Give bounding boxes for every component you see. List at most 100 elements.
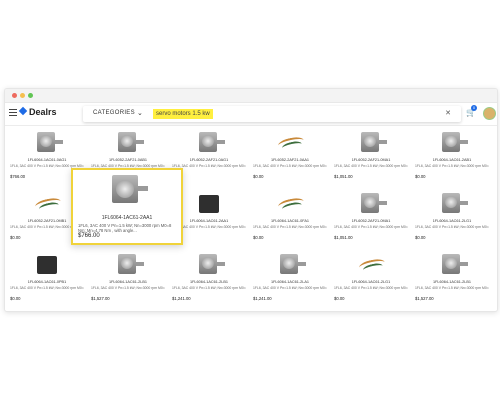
maximize-window-button[interactable] (28, 93, 33, 98)
product-image[interactable] (191, 128, 227, 156)
product-title[interactable]: 1FL6052-2AF21-0AA1 (250, 158, 330, 162)
product-card[interactable]: 1FL6052-2AF21-0AA1 1FL6, 3AC 400 V Pn=1.5… (250, 126, 330, 186)
product-card[interactable]: 1FL6064-1AC61-0FA1 1FL6, 3AC 400 V Pn=1.5… (250, 187, 330, 247)
product-image[interactable] (353, 128, 389, 156)
product-price: $0.00 (415, 174, 426, 179)
product-description: 1FL6, 3AC 400 V Pn=1.5 kW; Nn=3000 rpm M… (172, 286, 246, 290)
product-price: $0.00 (334, 296, 345, 301)
categories-dropdown[interactable]: CATEGORIES (93, 110, 135, 116)
close-window-button[interactable] (12, 93, 17, 98)
product-title[interactable]: 1FL6064-1AC61-2LA1 (250, 280, 330, 284)
product-title[interactable]: 1FL6064-1AC61-2LG1 (331, 280, 411, 284)
servo-motor-icon (199, 254, 225, 274)
product-image[interactable] (353, 250, 389, 278)
featured-product-image[interactable] (106, 173, 148, 207)
product-title[interactable]: 1FL6064-1AC61-2LG1 (412, 219, 492, 223)
product-image[interactable] (110, 250, 146, 278)
product-title[interactable]: 1FL6064-1AC61-2LB1 (88, 280, 168, 284)
product-title[interactable]: 1FL6064-1AC61-2LB1 (412, 280, 492, 284)
app-header: Dealrs CATEGORIES ⌄ servo motors 1.5 kw … (5, 103, 497, 126)
product-card[interactable]: 1FL6064-1AC61-2LB1 1FL6, 3AC 400 V Pn=1.5… (169, 248, 249, 308)
product-price: $766.00 (10, 174, 26, 179)
product-image[interactable] (29, 128, 65, 156)
product-card[interactable]: 1FL6052-2AF21-0MA1 1FL6, 3AC 400 V Pn=1.5… (331, 187, 411, 247)
product-price: $0.00 (415, 235, 426, 240)
product-image[interactable] (434, 250, 470, 278)
servo-motor-icon (280, 254, 306, 274)
servo-motor-icon (118, 254, 144, 274)
product-description: 1FL6, 3AC 400 V Pn=1.5 kW; Nn=3000 rpm M… (415, 225, 489, 229)
servo-motor-icon (199, 132, 225, 152)
product-image[interactable] (29, 250, 65, 278)
product-title[interactable]: 1FL6052-2AF21-0MA1 (331, 219, 411, 223)
product-description: 1FL6, 3AC 400 V Pn=1.5 kW; Nn=3000 rpm M… (10, 286, 84, 290)
product-price: $1,051.00 (334, 235, 353, 240)
product-description: 1FL6, 3AC 400 V Pn=1.5 kW; Nn=3000 rpm M… (415, 286, 489, 290)
clear-search-icon[interactable]: ✕ (445, 109, 451, 117)
product-title[interactable]: 1FL6064-1AC61-2AB1 (412, 158, 492, 162)
product-title[interactable]: 1FL6064-1AC61-2LB1 (169, 280, 249, 284)
minimize-window-button[interactable] (20, 93, 25, 98)
product-image[interactable] (434, 128, 470, 156)
featured-product-price: $766.00 (78, 233, 100, 239)
product-description: 1FL6, 3AC 400 V Pn=1.5 kW; Nn=3000 rpm M… (253, 225, 327, 229)
user-avatar[interactable] (483, 107, 496, 120)
product-price: $1,241.00 (253, 296, 272, 301)
menu-icon[interactable] (9, 109, 17, 117)
product-description: 1FL6, 3AC 400 V Pn=1.5 kW; Nn=3000 rpm M… (172, 225, 246, 229)
window-titlebar (5, 89, 497, 103)
servo-motor-icon (37, 132, 63, 152)
product-description: 1FL6, 3AC 400 V Pn=1.5 kW; Nn=3000 rpm M… (91, 286, 165, 290)
product-price: $1,527.00 (91, 296, 110, 301)
product-price: $0.00 (253, 235, 264, 240)
product-description: 1FL6, 3AC 400 V Pn=1.5 kW; Nn=3000 rpm M… (253, 164, 327, 168)
product-card[interactable]: 1FL6064-1AC61-2AB1 1FL6, 3AC 400 V Pn=1.5… (412, 126, 492, 186)
servo-motor-icon (442, 132, 468, 152)
product-image[interactable] (272, 250, 308, 278)
product-card[interactable]: 1FL6052-2AF21-0MA1 1FL6, 3AC 400 V Pn=1.5… (331, 126, 411, 186)
servo-motor-icon (361, 193, 387, 213)
product-image[interactable] (110, 128, 146, 156)
product-card[interactable]: 1FL6064-1AC61-2LB1 1FL6, 3AC 400 V Pn=1.5… (412, 248, 492, 308)
featured-product-description: 1FL6, 3AC 400 V Pn=1.5 kW; Nn=3000 rpm M… (78, 223, 172, 233)
chevron-down-icon[interactable]: ⌄ (137, 109, 143, 117)
drive-unit-icon (199, 195, 219, 213)
logo[interactable]: Dealrs (18, 106, 57, 117)
product-title[interactable]: 1FL6052-2AF21-0MA1 (331, 158, 411, 162)
product-price: $1,051.00 (334, 174, 353, 179)
logo-mark-icon (18, 106, 28, 116)
servo-motor-icon (361, 132, 387, 152)
product-description: 1FL6, 3AC 400 V Pn=1.5 kW; Nn=3000 rpm M… (172, 164, 246, 168)
product-title[interactable]: 1FL6052-2AF21-0AG1 (169, 158, 249, 162)
product-card[interactable]: 1FL6064-1AC61-0PB1 1FL6, 3AC 400 V Pn=1.5… (7, 248, 87, 308)
cart-count-badge: 0 (471, 105, 477, 111)
product-image[interactable] (353, 189, 389, 217)
search-bar[interactable]: CATEGORIES ⌄ servo motors 1.5 kw ✕ (83, 106, 461, 122)
product-description: 1FL6, 3AC 400 V Pn=1.5 kW; Nn=3000 rpm M… (334, 225, 408, 229)
featured-product-title[interactable]: 1FL6064-1AC61-2AA1 (73, 215, 181, 221)
product-image[interactable] (272, 189, 308, 217)
product-image[interactable] (29, 189, 65, 217)
product-image[interactable] (434, 189, 470, 217)
product-image[interactable] (272, 128, 308, 156)
product-title[interactable]: 1FL6064-1AC61-0FA1 (250, 219, 330, 223)
search-input[interactable]: servo motors 1.5 kw (153, 109, 213, 119)
logo-text: Dealrs (29, 107, 57, 117)
servo-motor-icon (442, 193, 468, 213)
product-title[interactable]: 1FL6064-1AC61-0PB1 (7, 280, 87, 284)
product-image[interactable] (191, 250, 227, 278)
product-card[interactable]: 1FL6064-1AC61-2LG1 1FL6, 3AC 400 V Pn=1.5… (331, 248, 411, 308)
product-card[interactable]: 1FL6064-1AC61-2LB1 1FL6, 3AC 400 V Pn=1.5… (88, 248, 168, 308)
product-card[interactable]: 1FL6064-1AC61-2LA1 1FL6, 3AC 400 V Pn=1.5… (250, 248, 330, 308)
product-price: $1,241.00 (172, 296, 191, 301)
product-card[interactable]: 1FL6064-1AC61-2LG1 1FL6, 3AC 400 V Pn=1.5… (412, 187, 492, 247)
product-title[interactable]: 1FL6052-2AF21-0AB1 (88, 158, 168, 162)
product-title[interactable]: 1FL6064-1AC61-0AG1 (7, 158, 87, 162)
servo-motor-icon (118, 132, 144, 152)
featured-product-card[interactable]: 1FL6064-1AC61-2AA1 1FL6, 3AC 400 V Pn=1.… (71, 168, 183, 245)
product-image[interactable] (191, 189, 227, 217)
product-description: 1FL6, 3AC 400 V Pn=1.5 kW; Nn=3000 rpm M… (253, 286, 327, 290)
product-description: 1FL6, 3AC 400 V Pn=1.5 kW; Nn=3000 rpm M… (334, 286, 408, 290)
servo-motor-icon (112, 175, 148, 203)
drive-unit-icon (37, 256, 57, 274)
